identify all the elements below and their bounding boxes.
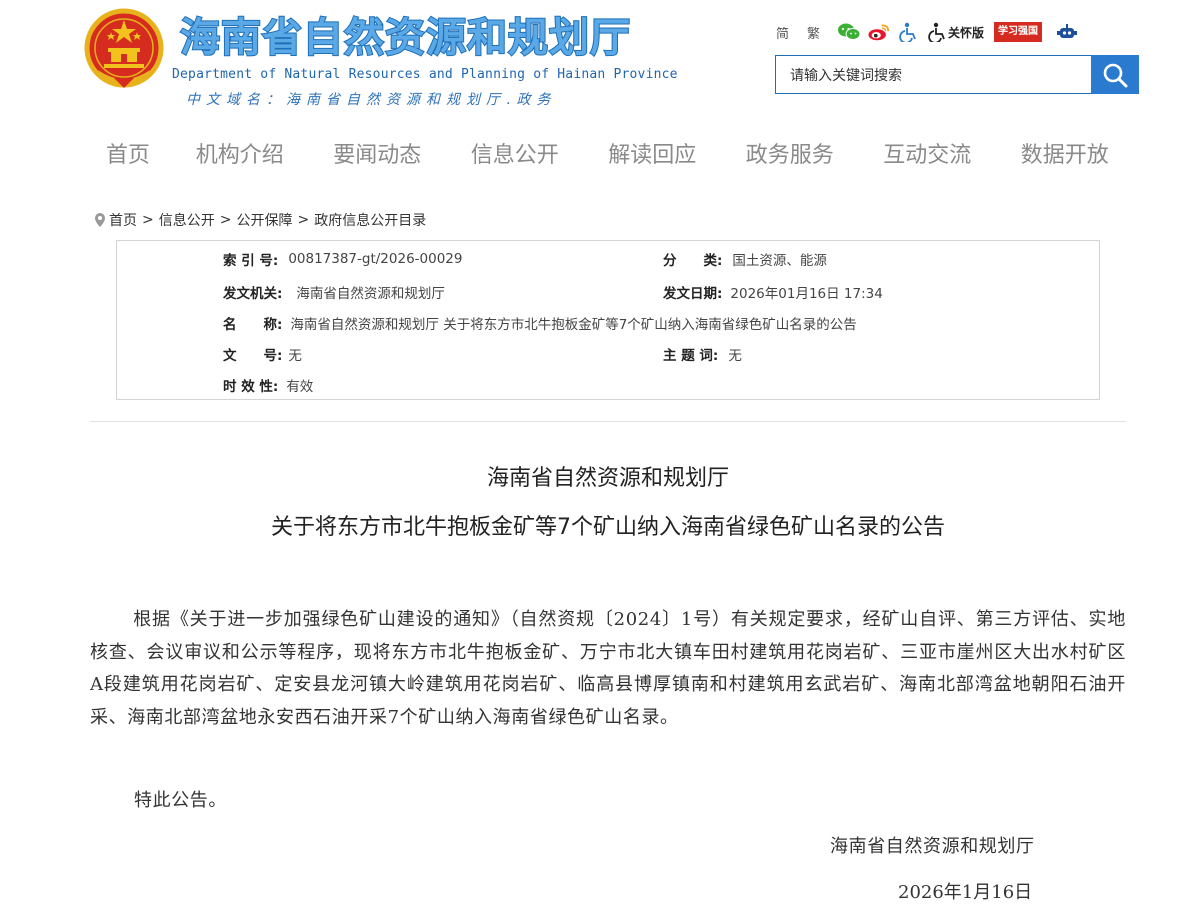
site-header: 海南省自然资源和规划厅 Department of Natural Resour… [0, 0, 1190, 120]
info-name-row: 名 称: 海南省自然资源和规划厅 关于将东方市北牛抱板金矿等7个矿山纳入海南省绿… [223, 313, 857, 333]
info-docno-label: 文 号: [223, 348, 283, 364]
info-date-label: 发文日期: [663, 286, 723, 302]
nav-item-interaction[interactable]: 互动交流 [859, 136, 997, 176]
search-bar [775, 55, 1139, 94]
nav-item-disclosure[interactable]: 信息公开 [446, 136, 584, 176]
breadcrumb-separator: > [142, 212, 154, 228]
wheelchair-icon [928, 22, 945, 42]
nav-item-open-data[interactable]: 数据开放 [996, 136, 1134, 176]
nav-item-organization[interactable]: 机构介绍 [171, 136, 309, 176]
info-issuer-value: 海南省自然资源和规划厅 [296, 286, 445, 302]
header-tools: 简 繁 关怀版 学习强国 [776, 20, 1086, 44]
info-category-row: 分 类: 国土资源、能源 [663, 249, 827, 269]
article-date: 2026年1月16日 [898, 882, 1033, 903]
nav-item-services[interactable]: 政务服务 [721, 136, 859, 176]
info-category-value: 国土资源、能源 [732, 253, 827, 269]
care-mode-label: 关怀版 [948, 25, 985, 40]
info-date-row: 发文日期: 2026年01月16日 17:34 [663, 282, 883, 302]
info-date-value: 2026年01月16日 17:34 [730, 286, 883, 302]
info-category-label: 分 类: [663, 253, 723, 269]
search-button[interactable] [1091, 55, 1139, 94]
document-info-box: 索 引 号: 00817387-gt/2026-00029 分 类: 国土资源、… [116, 240, 1100, 400]
info-name-value: 海南省自然资源和规划厅 关于将东方市北牛抱板金矿等7个矿山纳入海南省绿色矿山名录… [290, 317, 857, 333]
info-docno-row: 文 号: 无 [223, 344, 302, 364]
weibo-icon[interactable] [868, 21, 890, 43]
article-closing-note: 特此公告。 [134, 790, 227, 811]
info-validity-value: 有效 [286, 379, 314, 395]
nav-item-home[interactable]: 首页 [86, 136, 171, 176]
info-index-value: 00817387-gt/2026-00029 [288, 251, 463, 267]
breadcrumb-separator: > [219, 212, 232, 228]
content-divider [90, 421, 1126, 422]
info-validity-row: 时 效 性: 有效 [223, 375, 313, 395]
breadcrumb-catalog[interactable]: 政府信息公开目录 [314, 210, 426, 230]
nav-item-news[interactable]: 要闻动态 [309, 136, 447, 176]
main-nav: 首页 机构介绍 要闻动态 信息公开 解读回应 政务服务 互动交流 数据开放 [86, 136, 1136, 176]
search-input[interactable] [775, 55, 1091, 94]
info-issuer-label: 发文机关: [223, 286, 283, 302]
breadcrumb-separator: > [297, 212, 310, 228]
search-icon [1103, 63, 1128, 87]
breadcrumb-home[interactable]: 首页 [109, 210, 137, 230]
article-body: 根据《关于进一步加强绿色矿山建设的通知》（自然资规〔2024〕1号）有关规定要求… [90, 609, 1126, 728]
traditional-chinese-link[interactable]: 繁 [807, 23, 820, 42]
info-issuer-row: 发文机关: 海南省自然资源和规划厅 [223, 282, 445, 302]
site-title[interactable]: 海南省自然资源和规划厅 [179, 14, 631, 62]
accessibility-icon[interactable] [898, 21, 920, 43]
info-index-row: 索 引 号: 00817387-gt/2026-00029 [223, 249, 462, 269]
info-subject-label: 主 题 词: [663, 348, 719, 364]
wechat-icon[interactable] [838, 21, 861, 43]
info-index-label: 索 引 号: [223, 253, 279, 269]
info-validity-label: 时 效 性: [223, 379, 279, 395]
nav-item-interpretation[interactable]: 解读回应 [584, 136, 722, 176]
national-emblem-icon[interactable] [84, 8, 164, 92]
site-title-en: Department of Natural Resources and Plan… [172, 67, 678, 82]
info-name-label: 名 称: [223, 317, 283, 333]
article-signature: 海南省自然资源和规划厅 [830, 836, 1035, 857]
breadcrumb-guarantee[interactable]: 公开保障 [236, 210, 292, 230]
breadcrumb-disclosure[interactable]: 信息公开 [159, 210, 215, 230]
location-pin-icon [95, 213, 105, 227]
info-subject-row: 主 题 词: 无 [663, 344, 742, 364]
site-domain: 中文域名：海南省自然资源和规划厅.政务 [186, 92, 557, 108]
robot-icon[interactable] [1056, 21, 1078, 43]
info-subject-value: 无 [728, 348, 742, 364]
simplified-chinese-link[interactable]: 简 [776, 23, 789, 42]
care-mode-link[interactable]: 关怀版 [928, 22, 984, 42]
breadcrumb: 首页 > 信息公开 > 公开保障 > 政府信息公开目录 [94, 210, 426, 230]
article-title-issuer: 海南省自然资源和规划厅 [486, 466, 729, 491]
info-docno-value: 无 [288, 348, 302, 364]
article-title: 关于将东方市北牛抱板金矿等7个矿山纳入海南省绿色矿山名录的公告 [271, 515, 945, 540]
xuexi-qiangguo-link[interactable]: 学习强国 [994, 22, 1043, 42]
